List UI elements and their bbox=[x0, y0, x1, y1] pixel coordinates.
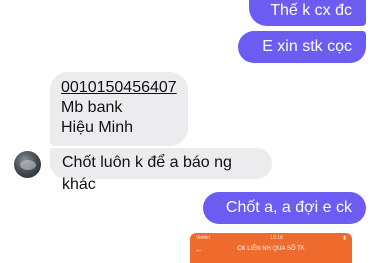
sender-avatar[interactable] bbox=[14, 151, 41, 178]
message-incoming[interactable]: Chốt luôn k để a báo ng khác bbox=[50, 148, 272, 193]
attachment-title: CK LIÊN NH QUA SỐ TK bbox=[237, 246, 305, 252]
message-incoming-account-info[interactable]: 0010150456407 Mb bank Hiệu Minh bbox=[50, 72, 188, 146]
account-holder-name: Hiệu Minh bbox=[61, 119, 134, 136]
bank-name: Mb bank bbox=[61, 99, 123, 116]
carrier-label: Viettel bbox=[196, 235, 210, 241]
attachment-title-bar: ← CK LIÊN NH QUA SỐ TK bbox=[190, 243, 352, 255]
message-text: Chốt a, a đợi e ck bbox=[225, 199, 352, 216]
message-outgoing[interactable]: Thế k cx đc bbox=[249, 0, 366, 26]
message-outgoing[interactable]: Chốt a, a đợi e ck bbox=[203, 192, 366, 224]
message-outgoing[interactable]: E xin stk cọc bbox=[238, 31, 366, 63]
battery-icon: ▮ bbox=[343, 235, 346, 241]
arrow-left-icon: ← bbox=[195, 244, 203, 254]
message-text: Chốt luôn k để a báo ng khác bbox=[62, 154, 232, 193]
time-label: 19:18 bbox=[270, 235, 283, 241]
image-attachment[interactable]: Viettel 19:18 ▮ ← CK LIÊN NH QUA SỐ TK bbox=[190, 233, 352, 263]
message-text: Thế k cx đc bbox=[270, 2, 352, 19]
account-number-link[interactable]: 0010150456407 bbox=[61, 78, 177, 98]
attachment-status-bar: Viettel 19:18 ▮ bbox=[190, 233, 352, 243]
message-text: E xin stk cọc bbox=[262, 38, 352, 55]
